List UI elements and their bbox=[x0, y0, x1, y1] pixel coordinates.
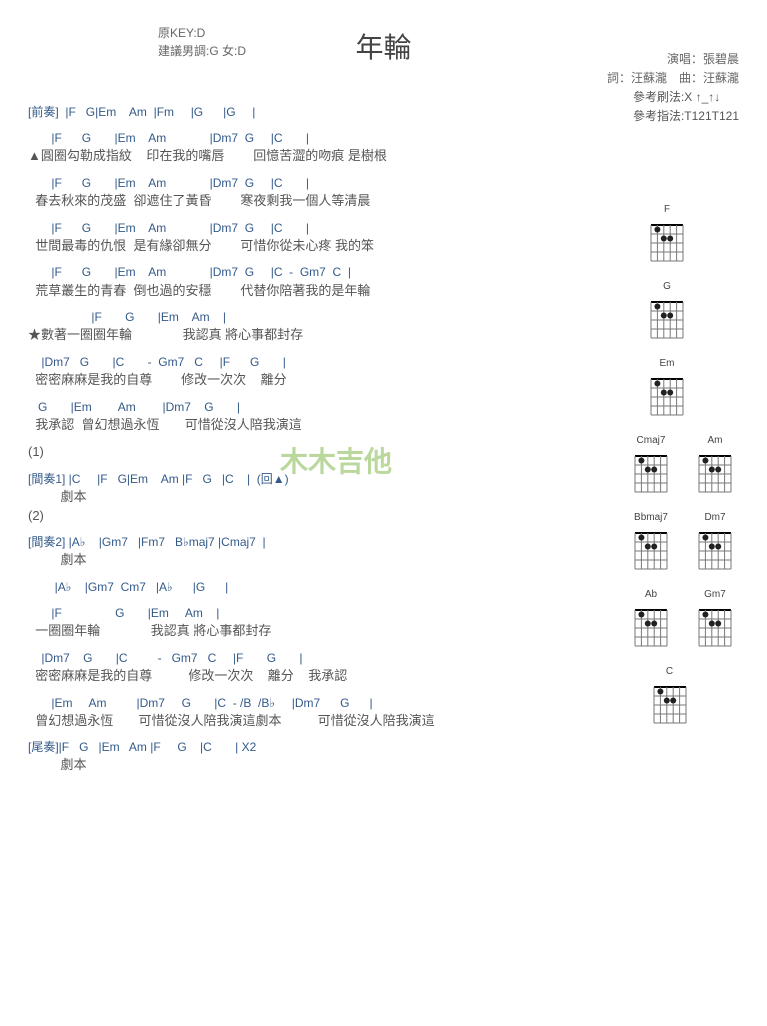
lyric-line: 世間最毒的仇恨 是有緣卻無分 可惜你從未心疼 我的笨 bbox=[28, 237, 598, 255]
lyric-line: 劇本 bbox=[28, 551, 598, 569]
chord-diagram-f: F bbox=[645, 204, 689, 267]
chord-line: [間奏2] |A♭ |Gm7 |Fm7 B♭maj7 |Cmaj7 | bbox=[28, 534, 598, 550]
chord-diagram-bbmaj7: Bbmaj7 bbox=[629, 512, 673, 575]
chord-sheet: [前奏] |F G|Em Am |Fm |G |G | |F G |Em Am … bbox=[28, 94, 598, 774]
body: [前奏] |F G|Em Am |Fm |G |G | |F G |Em Am … bbox=[28, 94, 739, 774]
credits: 演唱：張碧晨 詞：汪蘇瀧 曲：汪蘇瀧 bbox=[607, 50, 739, 88]
chord-line: |Dm7 G |C - Gm7 C |F G | bbox=[28, 354, 598, 370]
lyric-line: 劇本 bbox=[28, 488, 598, 506]
chord-line: [尾奏]|F G |Em Am |F G |C | X2 bbox=[28, 739, 598, 755]
original-key: 原KEY:D bbox=[158, 24, 246, 42]
chord-line: |Dm7 G |C - Gm7 C |F G | bbox=[28, 650, 598, 666]
chord-line: |F G |Em Am |Dm7 G |C | bbox=[28, 175, 598, 191]
lyric-line: 一圈圈年輪 我認真 將心事都封存 bbox=[28, 622, 598, 640]
key-info: 原KEY:D 建議男調:G 女:D bbox=[158, 24, 246, 60]
lyric-line: 密密麻麻是我的自尊 修改一次次 離分 bbox=[28, 371, 598, 389]
chord-diagram-gm7: Gm7 bbox=[693, 589, 737, 652]
chord-line: |A♭ |Gm7 Cm7 |A♭ |G | bbox=[28, 579, 598, 595]
chord-line: [前奏] |F G|Em Am |Fm |G |G | bbox=[28, 104, 598, 120]
chord-diagram-em: Em bbox=[645, 358, 689, 421]
lyric-line: ★數著一圈圈年輪 我認真 將心事都封存 bbox=[28, 326, 598, 344]
chord-line: |F G |Em Am |Dm7 G |C | bbox=[28, 130, 598, 146]
finger-pattern: 參考指法:T121T121 bbox=[633, 107, 739, 126]
sheet-header: 原KEY:D 建議男調:G 女:D 年輪 演唱：張碧晨 詞：汪蘇瀧 曲：汪蘇瀧 … bbox=[28, 24, 739, 66]
chord-diagram-ab: Ab bbox=[629, 589, 673, 652]
chord-diagram-dm7: Dm7 bbox=[693, 512, 737, 575]
lyric-line: ▲圓圈勾勒成指紋 印在我的嘴唇 回憶苦澀的吻痕 是樹根 bbox=[28, 147, 598, 165]
strum-pattern: 參考刷法:X ↑_↑↓ bbox=[633, 88, 739, 107]
chord-diagram-c: C bbox=[648, 666, 692, 729]
lyric-line: 春去秋來的茂盛 卻遮住了黃昏 寒夜剩我一個人等清晨 bbox=[28, 192, 598, 210]
suggested-key: 建議男調:G 女:D bbox=[158, 42, 246, 60]
chord-line: |F G |Em Am | bbox=[28, 309, 598, 325]
lyric-line: 密密麻麻是我的自尊 修改一次次 離分 我承認 bbox=[28, 667, 598, 685]
chord-diagram-cmaj7: Cmaj7 bbox=[629, 435, 673, 498]
chord-line: |F G |Em Am | bbox=[28, 605, 598, 621]
reference-box: 參考刷法:X ↑_↑↓ 參考指法:T121T121 bbox=[633, 88, 739, 126]
lyric-line: (2) bbox=[28, 507, 598, 525]
lyric-line: 荒草叢生的青春 倒也過的安穩 代替你陪著我的是年輪 bbox=[28, 282, 598, 300]
lyric-line: 我承認 曾幻想過永恆 可惜從沒人陪我演這 bbox=[28, 416, 598, 434]
chord-line: |F G |Em Am |Dm7 G |C - Gm7 C | bbox=[28, 264, 598, 280]
chord-line: |Em Am |Dm7 G |C - /B /B♭ |Dm7 G | bbox=[28, 695, 598, 711]
chord-diagrams: F G Em Cmaj7 Am Bbmaj7 Dm7 Ab Gm7 C bbox=[598, 94, 739, 774]
singer: 演唱：張碧晨 bbox=[607, 50, 739, 69]
lyric-line: 劇本 bbox=[28, 756, 598, 774]
lyric-line: 曾幻想過永恆 可惜從沒人陪我演這劇本 可惜從沒人陪我演這 bbox=[28, 712, 598, 730]
chord-line: [間奏1] |C |F G|Em Am |F G |C | (回▲) bbox=[28, 471, 598, 487]
chord-line: G |Em Am |Dm7 G | bbox=[28, 399, 598, 415]
lyricist-composer: 詞：汪蘇瀧 曲：汪蘇瀧 bbox=[607, 69, 739, 88]
chord-diagram-am: Am bbox=[693, 435, 737, 498]
lyric-line: (1) bbox=[28, 443, 598, 461]
chord-line: |F G |Em Am |Dm7 G |C | bbox=[28, 220, 598, 236]
chord-diagram-g: G bbox=[645, 281, 689, 344]
